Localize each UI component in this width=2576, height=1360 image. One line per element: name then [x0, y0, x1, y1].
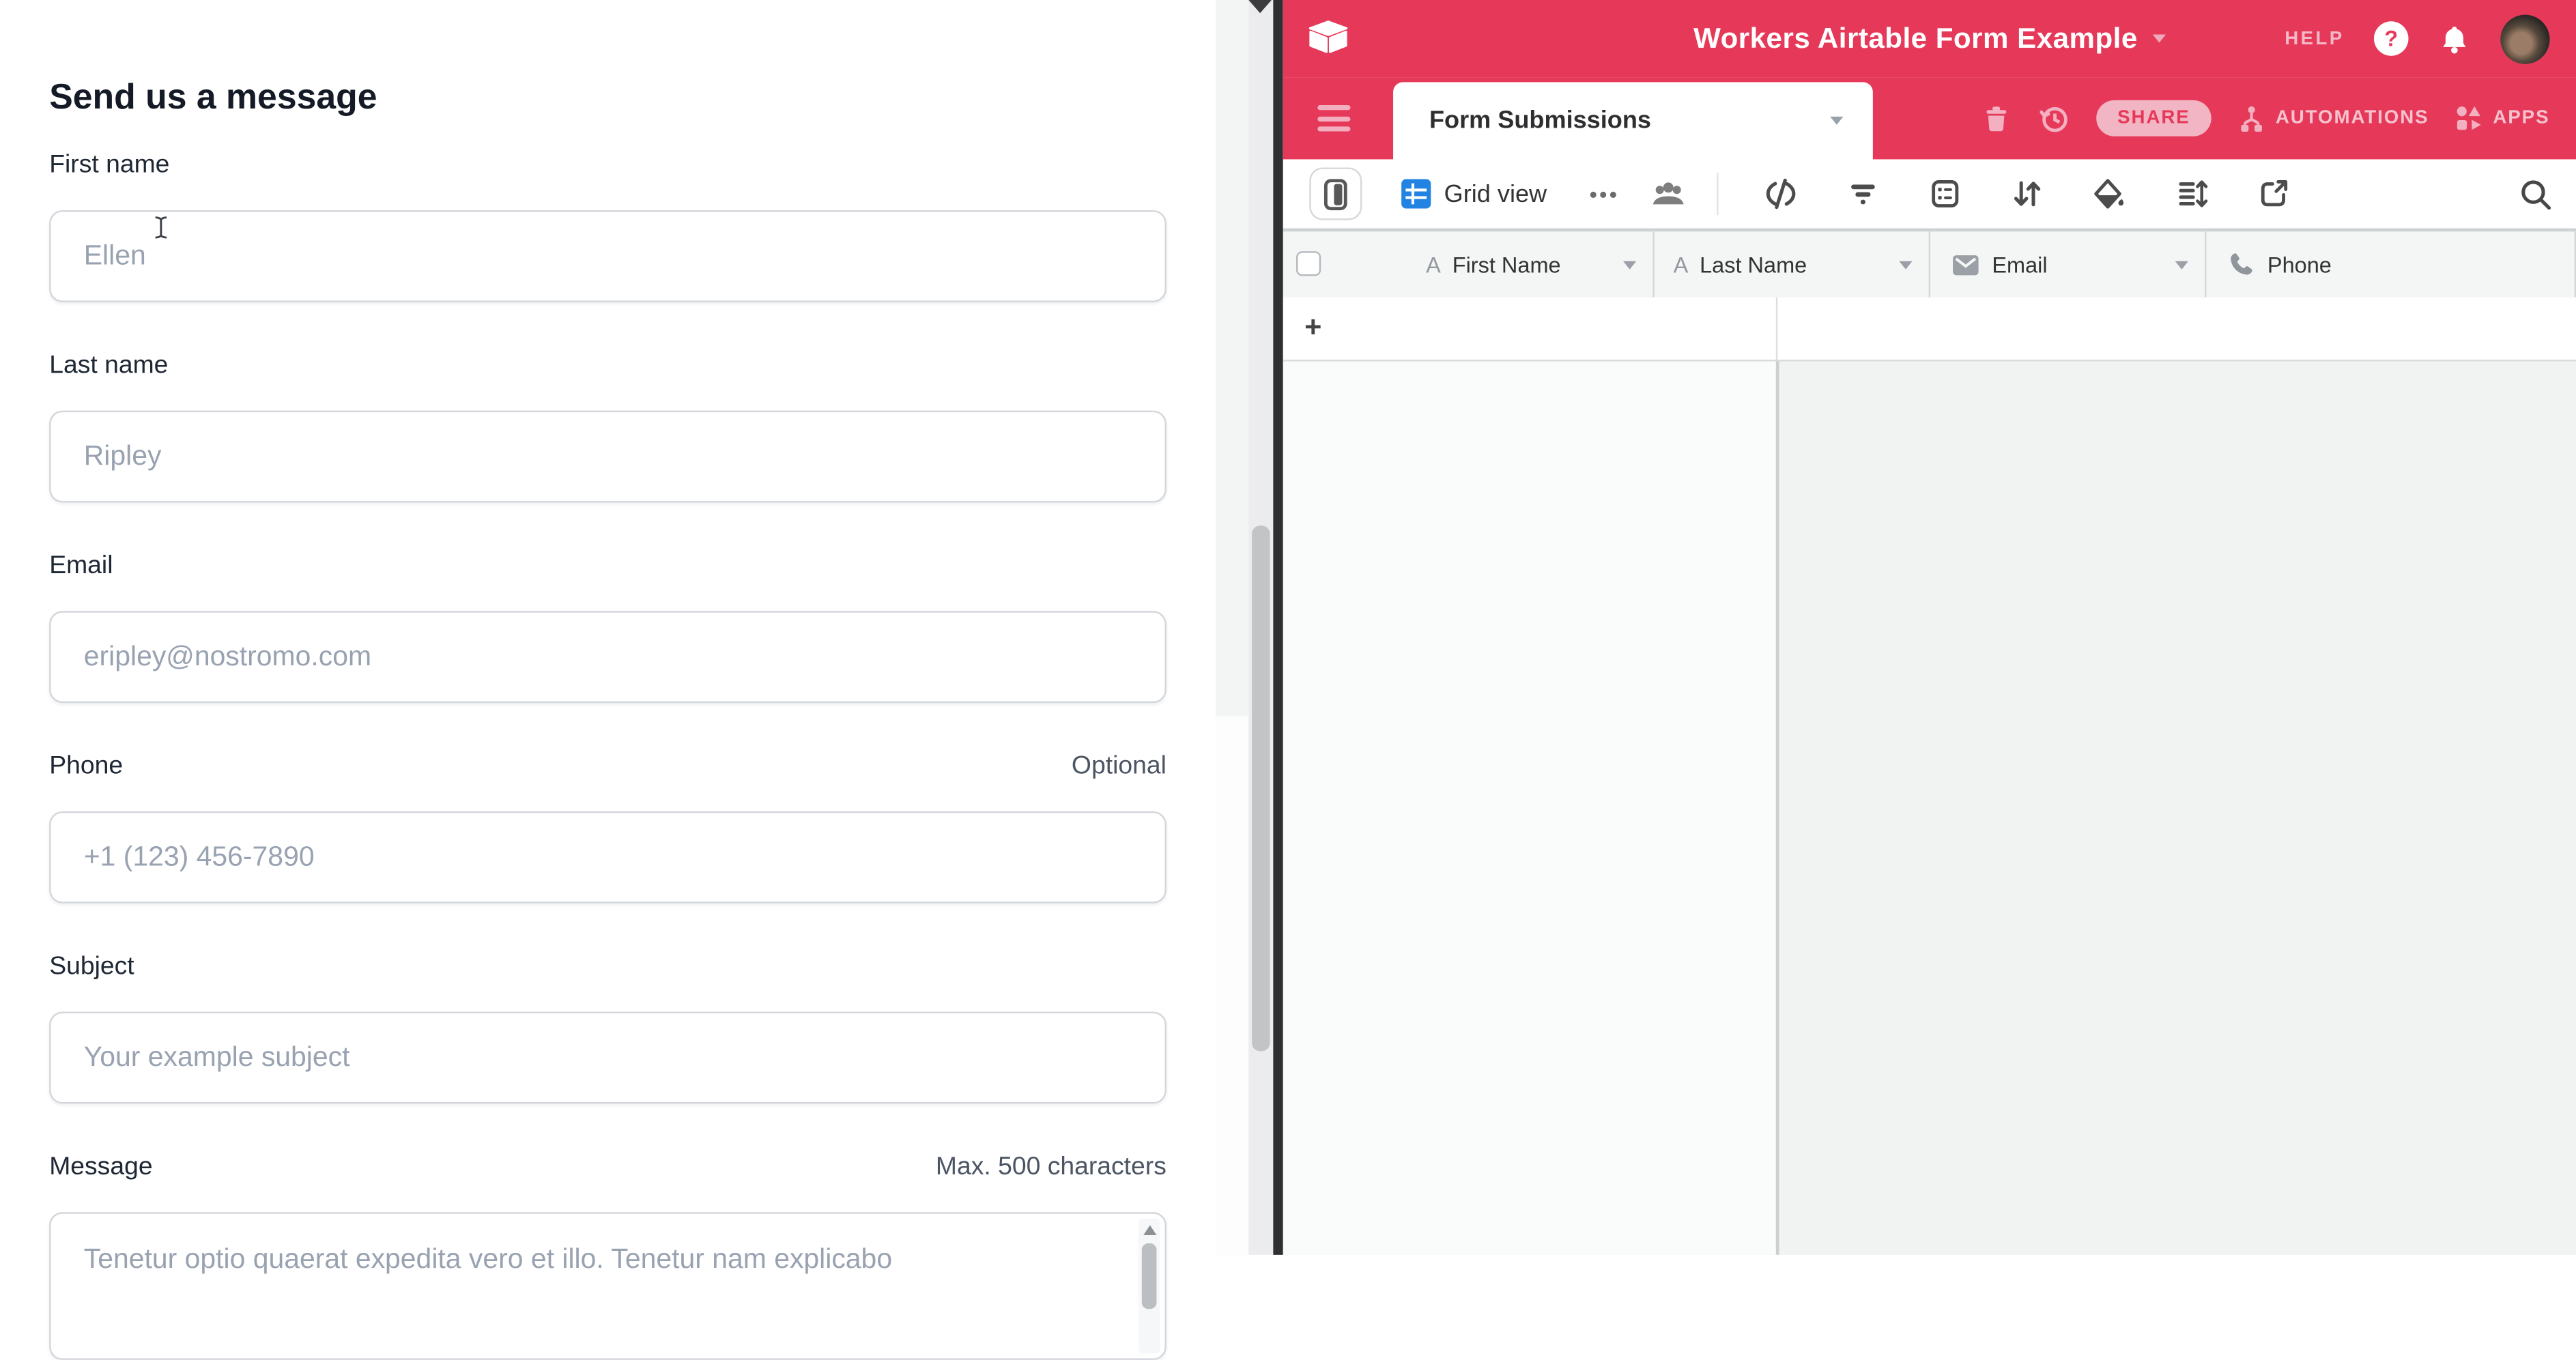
last-name-input[interactable] — [49, 411, 1167, 503]
base-title[interactable]: Workers Airtable Form Example — [1693, 0, 2166, 77]
field-group-email: Email — [49, 552, 1167, 703]
apps-button[interactable]: APPS — [2454, 102, 2550, 134]
column-caret-icon[interactable] — [1622, 260, 1635, 268]
form-title: Send us a message — [49, 78, 377, 119]
column-caret-icon[interactable] — [2175, 260, 2188, 268]
collaborators-icon[interactable] — [1649, 177, 1687, 210]
sort-icon[interactable] — [2007, 177, 2046, 210]
message-maxchars-note: Max. 500 characters — [936, 1153, 1167, 1183]
column-name: First Name — [1452, 252, 1561, 276]
textarea-scrollbar[interactable] — [1139, 1219, 1160, 1353]
toolbar-divider — [1716, 173, 1717, 216]
group-icon[interactable] — [1925, 177, 1964, 210]
grid-header-row: A First Name A Last Name — [1283, 231, 2576, 299]
help-circle-icon[interactable]: ? — [2374, 21, 2409, 56]
airtable-panel: Workers Airtable Form Example HELP ? For… — [1283, 0, 2576, 1254]
subject-label: Subject — [49, 953, 134, 982]
view-name[interactable]: Grid view — [1444, 180, 1547, 208]
column-header-first-name[interactable]: A First Name — [1283, 231, 1654, 297]
table-tab-form-submissions[interactable]: Form Submissions — [1393, 82, 1873, 159]
column-divider-line — [1776, 298, 1777, 360]
apps-label: APPS — [2493, 108, 2549, 128]
email-label: Email — [49, 552, 113, 581]
sidebar-menu-icon[interactable] — [1317, 105, 1350, 132]
airtable-viewbar: Form Submissions — [1283, 77, 2576, 159]
field-group-message: Message Max. 500 characters Tenetur opti… — [49, 1153, 1167, 1360]
view-sidebar-toggle-button[interactable] — [1309, 168, 1362, 220]
contact-form-panel: Send us a message First name Last name E… — [0, 0, 1216, 1254]
field-group-first-name: First name — [49, 151, 1167, 302]
grid-body-first-column-area — [1283, 362, 1776, 1255]
notifications-bell-icon[interactable] — [2438, 22, 2471, 55]
grid-body-rest-area — [1779, 362, 2576, 1255]
base-title-caret-icon — [2152, 35, 2165, 43]
history-icon[interactable] — [2037, 101, 2072, 136]
email-input[interactable] — [49, 611, 1167, 703]
help-button[interactable]: HELP — [2285, 29, 2344, 48]
row-height-icon[interactable] — [2171, 177, 2211, 210]
color-icon[interactable] — [2089, 177, 2129, 210]
grid-view-icon — [1401, 179, 1431, 208]
column-header-phone[interactable]: Phone — [2207, 231, 2576, 297]
viewbar-right-cluster: SHARE AUTOMATIONS — [1979, 77, 2550, 159]
screenshot-root: Send us a message First name Last name E… — [0, 0, 2576, 1254]
window-scrollbar-thumb[interactable] — [1252, 525, 1270, 1051]
subject-input[interactable] — [49, 1012, 1167, 1104]
automations-label: AUTOMATIONS — [2276, 108, 2429, 128]
column-name: Phone — [2267, 252, 2332, 276]
phone-input[interactable] — [49, 811, 1167, 903]
base-title-text: Workers Airtable Form Example — [1693, 21, 2138, 56]
trash-icon[interactable] — [1979, 102, 2012, 134]
text-field-type-icon: A — [1426, 252, 1441, 276]
table-tab-caret-icon[interactable] — [1830, 117, 1843, 125]
sidebar-toggle-icon — [1324, 178, 1347, 209]
share-view-icon[interactable] — [2253, 177, 2293, 210]
scrollbar-top-arrow-icon — [1248, 0, 1272, 13]
column-caret-icon[interactable] — [1898, 260, 1911, 268]
message-textarea[interactable]: Tenetur optio quaerat expedita vero et i… — [49, 1212, 1167, 1360]
message-label: Message — [49, 1153, 152, 1183]
column-header-email[interactable]: Email — [1930, 231, 2207, 297]
hide-fields-icon[interactable] — [1760, 177, 1800, 210]
first-name-input[interactable] — [49, 210, 1167, 302]
column-name: Email — [1992, 252, 2047, 276]
email-field-type-icon — [1949, 249, 1981, 280]
select-all-checkbox[interactable] — [1296, 251, 1321, 276]
scroll-up-arrow-icon[interactable] — [1143, 1226, 1156, 1235]
phone-field-type-icon — [2227, 250, 2256, 279]
first-name-label: First name — [49, 151, 169, 180]
column-header-last-name[interactable]: A Last Name — [1654, 231, 1930, 297]
page-gutter-lower — [1216, 716, 1248, 1254]
column-name: Last Name — [1700, 252, 1807, 276]
textarea-scroll-thumb[interactable] — [1142, 1243, 1157, 1309]
automations-button[interactable]: AUTOMATIONS — [2236, 102, 2429, 134]
add-record-row[interactable]: + — [1283, 298, 2576, 362]
phone-label: Phone — [49, 752, 123, 781]
field-group-last-name: Last name — [49, 351, 1167, 502]
last-name-label: Last name — [49, 351, 168, 381]
field-group-subject: Subject — [49, 953, 1167, 1103]
message-text: Tenetur optio quaerat expedita vero et i… — [84, 1242, 1122, 1278]
page-gutter — [1216, 0, 1248, 716]
view-more-icon[interactable]: ••• — [1590, 182, 1620, 206]
view-toolbar: Grid view ••• — [1283, 159, 2576, 228]
text-cursor-icon — [151, 215, 171, 240]
airtable-logo-icon[interactable] — [1306, 18, 1350, 55]
filter-icon[interactable] — [1843, 177, 1883, 210]
field-group-phone: Phone Optional — [49, 752, 1167, 903]
window-divider — [1273, 0, 1283, 1254]
add-record-plus-icon[interactable]: + — [1304, 310, 1321, 343]
search-icon[interactable] — [2519, 177, 2553, 212]
table-tab-label: Form Submissions — [1429, 106, 1651, 134]
share-button[interactable]: SHARE — [2096, 100, 2212, 136]
topbar-right-cluster: HELP ? — [2285, 0, 2549, 77]
user-avatar[interactable] — [2500, 14, 2549, 63]
phone-optional-note: Optional — [1072, 752, 1167, 781]
text-field-type-icon: A — [1674, 252, 1689, 276]
airtable-topbar: Workers Airtable Form Example HELP ? — [1283, 0, 2576, 77]
grid-body — [1283, 362, 2576, 1255]
